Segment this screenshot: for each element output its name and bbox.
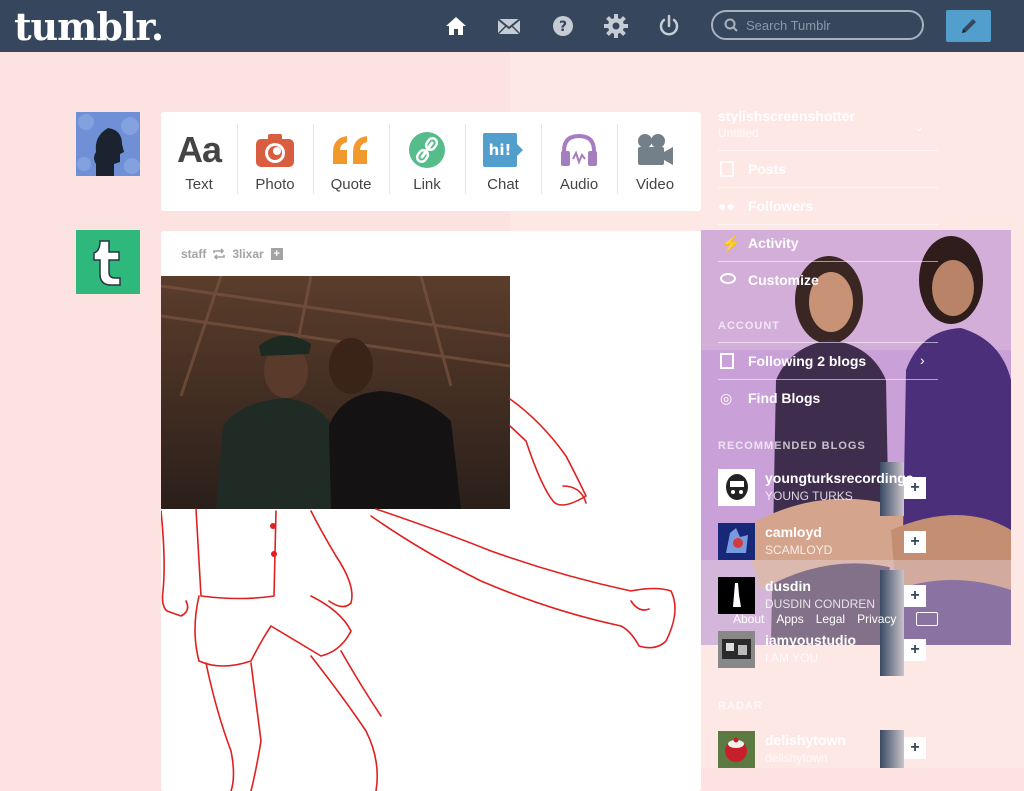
customize-icon (720, 273, 736, 284)
recommended-blog-avatar[interactable] (718, 469, 755, 506)
recommended-header: RECOMMENDED BLOGS (718, 440, 866, 452)
radar-header: RADAR (718, 700, 763, 712)
recommended-blog-name[interactable]: camloyd (765, 524, 822, 540)
help-icon[interactable]: ? (551, 14, 575, 38)
post-author-avatar[interactable] (76, 230, 140, 294)
link-icon (407, 130, 447, 170)
post-type-bar: Aa Text Photo Quote Link hi! Chat Audio (161, 112, 701, 211)
svg-text:?: ? (559, 19, 567, 35)
post-type-label: Text (185, 176, 213, 193)
keyboard-icon[interactable] (916, 612, 938, 626)
activity-icon: ⚡ (721, 236, 741, 253)
footer-link-about[interactable]: About (733, 612, 764, 626)
divider (718, 379, 938, 380)
post-type-chat[interactable]: hi! Chat (465, 112, 541, 211)
sidebar-blog-name[interactable]: stylishscreenshotter (718, 108, 855, 124)
sidebar-item-activity[interactable]: Activity (748, 235, 799, 251)
plus-icon: + (910, 587, 920, 604)
follow-button[interactable]: + (904, 585, 926, 607)
sidebar-item-posts[interactable]: Posts (748, 161, 786, 177)
post-type-text[interactable]: Aa Text (161, 112, 237, 211)
radar-blog-name[interactable]: delishytown (765, 732, 846, 748)
recommended-blog-avatar[interactable] (718, 631, 755, 668)
posts-icon (720, 161, 734, 177)
sidebar-blog-sub: Untitled (718, 126, 759, 140)
footer-link-privacy[interactable]: Privacy (857, 612, 896, 626)
tumblr-logo[interactable]: tumblr. (14, 4, 164, 49)
headphones-icon (559, 130, 599, 170)
post-type-label: Chat (487, 176, 519, 193)
account-header: ACCOUNT (718, 320, 780, 332)
pencil-icon (959, 16, 979, 36)
post-type-label: Video (635, 176, 675, 193)
post-sketch (161, 398, 676, 791)
divider (718, 187, 938, 188)
chevron-right-icon: › (920, 352, 925, 368)
power-icon[interactable] (657, 14, 681, 38)
divider (718, 224, 938, 225)
radar-blog-avatar[interactable] (718, 731, 755, 768)
compose-button[interactable] (946, 10, 991, 42)
chevron-down-icon[interactable]: ⌄ (914, 120, 924, 134)
plus-icon: + (910, 533, 920, 550)
recommended-blog-sub: I AM YOU (765, 651, 819, 665)
camera-icon (255, 130, 295, 170)
mail-icon[interactable] (497, 14, 521, 38)
follow-button[interactable]: + (904, 737, 926, 759)
recommended-blog-name[interactable]: dusdin (765, 578, 811, 594)
divider (718, 150, 938, 151)
post-type-audio[interactable]: Audio (541, 112, 617, 211)
following-icon (720, 353, 734, 369)
post-type-label: Audio (559, 176, 599, 193)
home-icon[interactable] (444, 14, 468, 38)
radar-blog-sub: delishytown (765, 751, 828, 765)
user-avatar[interactable] (76, 112, 140, 176)
recommended-blog-sub: DUSDIN CONDREN (765, 597, 876, 611)
recommended-blog-avatar[interactable] (718, 523, 755, 560)
divider (718, 261, 938, 262)
followers-icon: ●● (718, 198, 735, 214)
post-type-video[interactable]: Video (617, 112, 693, 211)
video-camera-icon (635, 130, 675, 170)
recommended-blog-name[interactable]: youngturksrecordings (765, 470, 914, 486)
post-type-label: Link (413, 176, 441, 193)
footer-link-legal[interactable]: Legal (816, 612, 845, 626)
post-type-photo[interactable]: Photo (237, 112, 313, 211)
plus-icon: + (910, 641, 920, 658)
divider (718, 342, 938, 343)
post-card: staff 3lixar + (161, 231, 701, 791)
plus-icon: + (910, 479, 920, 496)
sidebar-item-following[interactable]: Following 2 blogs (748, 353, 866, 369)
quote-icon (331, 130, 371, 170)
plus-icon: + (910, 739, 920, 756)
post-type-link[interactable]: Link (389, 112, 465, 211)
sidebar-item-followers[interactable]: Followers (748, 198, 813, 214)
post-type-label: Photo (255, 176, 295, 193)
follow-button[interactable]: + (904, 477, 926, 499)
chat-icon: hi! (483, 130, 523, 170)
follow-button[interactable]: + (904, 531, 926, 553)
follow-button[interactable]: + (904, 639, 926, 661)
recommended-blog-sub: YOUNG TURKS (765, 489, 853, 503)
sidebar-item-customize[interactable]: Customize (748, 272, 819, 288)
recommended-blog-name[interactable]: iamyoustudio (765, 632, 856, 648)
find-blogs-icon: ◎ (720, 390, 733, 406)
post-type-label: Quote (330, 176, 372, 193)
footer-links: About Apps Legal Privacy (733, 612, 896, 626)
post-type-quote[interactable]: Quote (313, 112, 389, 211)
footer-link-apps[interactable]: Apps (776, 612, 803, 626)
sidebar-item-find-blogs[interactable]: Find Blogs (748, 390, 820, 406)
svg-text:hi!: hi! (489, 141, 512, 159)
recommended-blog-avatar[interactable] (718, 577, 755, 614)
gear-icon[interactable] (604, 14, 628, 38)
recommended-blog-sub: SCAMLOYD (765, 543, 833, 557)
text-icon: Aa (176, 129, 222, 170)
